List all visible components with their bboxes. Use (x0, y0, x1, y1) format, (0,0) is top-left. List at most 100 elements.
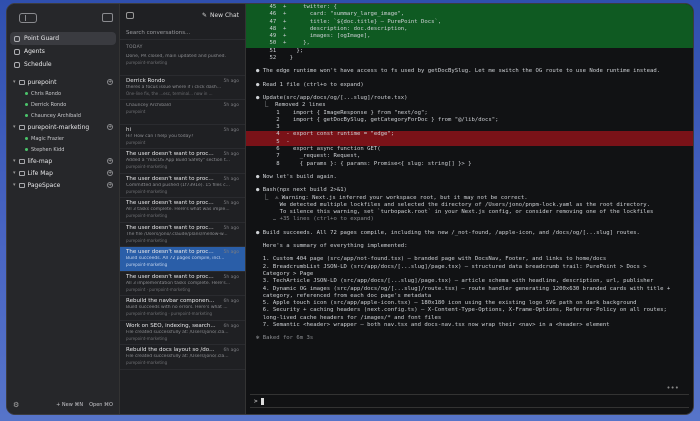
conversation-project: purepoint-marketing (126, 262, 168, 267)
add-session-icon[interactable]: + (107, 79, 113, 85)
terminal-line: Here's a summary of everything implement… (256, 243, 408, 250)
status-dot-icon (25, 103, 28, 106)
workspace-icon (14, 61, 20, 68)
conversation-item[interactable]: The user doesn't want to proce... All 3 t… (120, 198, 245, 223)
add-session-icon[interactable]: + (107, 158, 113, 164)
conversation-project: purepoint-marketing (126, 213, 168, 218)
conversation-item[interactable]: The user doesn't want to proce... The fil… (120, 223, 245, 247)
conversation-item[interactable]: The user doesn't want to proce... All 3 i… (120, 272, 245, 296)
new-button[interactable]: + New ⌘N (56, 402, 83, 408)
conversation-item[interactable]: The user doesn't want to proce... Committ… (120, 174, 245, 198)
sidebar: Point Guard Agents Schedule ▾ purepoint + Chr… (7, 4, 120, 414)
terminal-line: 1. Custom 404 page (src/app/not-found.ts… (256, 256, 607, 263)
folder-icon (18, 79, 25, 85)
conversation-item[interactable]: Chauncey Archibald purepoint 5h ago (120, 100, 245, 125)
conversation-project: purepoint-marketing (126, 237, 168, 243)
new-chat-button[interactable]: ✎ New Chat (202, 12, 239, 19)
chevron-down-icon[interactable]: ▾ (13, 158, 16, 164)
conversation-list: Done, PR closed, main updated and pushed… (120, 51, 245, 370)
conversation-time: 5h ago (223, 103, 239, 108)
terminal-output[interactable]: 45 + twitter: { 46 + card: "summary_larg… (246, 4, 693, 414)
terminal-line: 46 + card: "summary_large_image", (246, 11, 693, 19)
session-item[interactable]: Chauncey Archibald (7, 110, 119, 121)
terminal-line: ● The edge runtime won't have access to … (256, 68, 661, 75)
chevron-down-icon[interactable]: ▾ (13, 182, 16, 188)
terminal-line: 2 import { getDocBySlug, getCategoryForD… (256, 116, 499, 123)
conversation-preview: Added a "macOS App Build Safety" section… (126, 158, 231, 163)
terminal-line: 47 + title: `${doc.title} — PurePoint Do… (246, 18, 693, 26)
session-label: Chris Rondo (31, 90, 62, 97)
project-group[interactable]: ▾ purepoint + (7, 76, 119, 88)
conversation-title: Work on SEO, indexing, search... (126, 322, 216, 329)
conversation-item[interactable]: Work on SEO, indexing, search... File cre… (120, 321, 245, 345)
project-group[interactable]: ▾ Life Map + (7, 167, 119, 179)
terminal-line: ⎿ Removed 2 lines (256, 102, 326, 109)
project-group[interactable]: ▾ life-map + (7, 155, 119, 167)
conversation-project: purepoint (126, 139, 146, 145)
status-dot-icon (25, 148, 28, 151)
project-group-label: purepoint-marketing (27, 123, 90, 131)
terminal-line: 49 + images: [ogImage], (246, 33, 693, 41)
session-item[interactable]: Chris Rondo (7, 88, 119, 99)
terminal-line: 7. Semantic <header> wrapper — both nav.… (256, 321, 610, 328)
terminal-line: ● Now let's build again. (256, 173, 337, 180)
session-item[interactable]: Magic Frazier (7, 133, 119, 144)
conversation-item[interactable]: hi Hi! How can I help you today? purepoint… (120, 125, 245, 149)
conversation-project: purepoint-marketing · purepoint-marketin… (126, 311, 213, 316)
more-icon[interactable]: ••• (666, 384, 679, 392)
project-group[interactable]: ▾ PageSpace + (7, 179, 119, 191)
search-conversations-input[interactable]: Search conversations... (120, 26, 245, 40)
panel-icon[interactable] (126, 11, 134, 19)
open-button[interactable]: Open ⌘O (89, 402, 113, 408)
conversation-item[interactable]: Rebuild the docs layout so /doc... File c… (120, 345, 245, 370)
folder-icon (18, 124, 25, 130)
session-item[interactable]: Derrick Rondo (7, 99, 119, 110)
conversation-time: 5h ago (223, 127, 239, 133)
session-item[interactable]: Stephen Kidd (7, 144, 119, 155)
conversation-item[interactable]: Done, PR closed, main updated and pushed… (120, 51, 245, 76)
project-group[interactable]: ▾ purepoint-marketing + (7, 121, 119, 133)
chevron-down-icon[interactable]: ▾ (13, 170, 16, 176)
conversation-preview: theres a focus issue where if i click da… (126, 84, 222, 90)
terminal-line: ● Build succeeds. All 72 pages compile, … (256, 229, 640, 236)
conversation-item[interactable]: The user doesn't want to proce... Added a… (120, 149, 245, 174)
workspace-list: Point Guard Agents Schedule (7, 32, 119, 71)
conversation-preview: File created successfully at: /Users/jon… (126, 329, 229, 335)
conversation-title: The user doesn't want to proce... (126, 249, 216, 255)
gear-icon[interactable]: ⚙ (13, 401, 19, 409)
project-group-label: life-map (27, 157, 53, 165)
terminal-line: 45 + twitter: { (246, 4, 693, 12)
workspace-item[interactable]: Point Guard (10, 32, 116, 45)
terminal-line: 8 { params }: { params: Promise<{ slug: … (256, 160, 472, 167)
compose-icon: ✎ (201, 11, 207, 19)
add-session-icon[interactable]: + (107, 182, 113, 188)
chevron-down-icon[interactable]: ▾ (13, 79, 16, 85)
terminal-line: 4 - export const runtime = "edge"; (246, 131, 693, 139)
workspace-item[interactable]: Schedule (10, 58, 116, 71)
conversation-time: 6h ago (223, 299, 239, 304)
conversation-item[interactable]: Rebuild the navbar component... Build suc… (120, 296, 245, 321)
terminal-line: 3 (256, 124, 280, 131)
conversation-item[interactable]: Derrick Rondo theres a focus issue where … (120, 76, 245, 100)
sidebar-toggle-icon[interactable] (19, 13, 37, 23)
terminal-line: 4. Dynamic OG images (src/app/docs/og/[.… (256, 285, 671, 292)
terminal-line: Category > Page (256, 270, 314, 277)
conversation-project: purepoint-marketing (126, 164, 168, 169)
conversation-list-panel: ✎ New Chat Search conversations... TODAY… (120, 4, 246, 414)
conversation-time: 5h ago (223, 201, 239, 206)
add-session-icon[interactable]: + (107, 124, 113, 130)
conversation-preview: Chauncey Archibald (126, 103, 171, 108)
workspace-item[interactable]: Agents (10, 45, 116, 58)
conversation-preview: All 3 implementation tasks complete. Her… (126, 280, 231, 286)
conversation-time: 5h ago (223, 78, 239, 84)
panel-icon[interactable] (102, 13, 113, 22)
folder-icon (18, 182, 25, 188)
workspace-icon (14, 48, 20, 55)
add-session-icon[interactable]: + (107, 170, 113, 176)
chevron-down-icon[interactable]: ▾ (13, 124, 16, 130)
conversation-preview: Hi! How can I help you today? (126, 133, 194, 139)
conversation-item[interactable]: The user doesn't want to proce... Build s… (120, 247, 245, 272)
conversation-time: 5h ago (223, 152, 239, 157)
prompt-input[interactable]: > (250, 394, 689, 408)
terminal-line: We detected multiple lockfiles and selec… (256, 201, 651, 208)
